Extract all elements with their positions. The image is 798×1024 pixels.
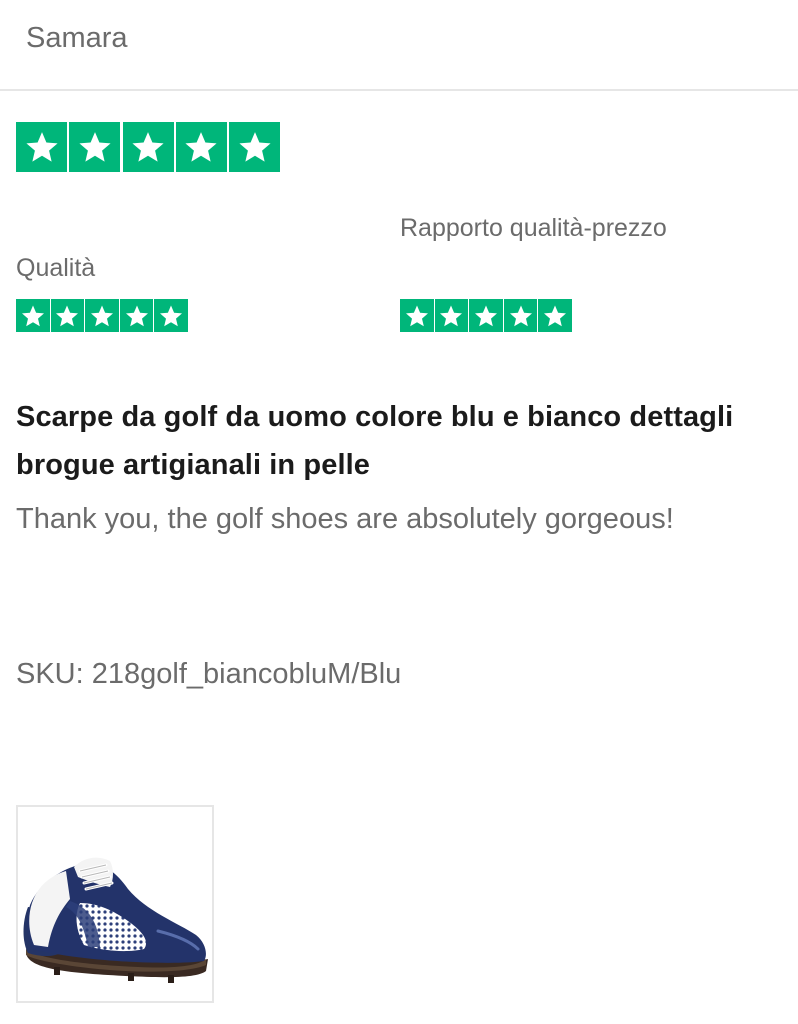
star-icon bbox=[503, 299, 538, 332]
star-icon bbox=[85, 299, 119, 332]
star-icon bbox=[69, 122, 121, 172]
star-icon bbox=[469, 299, 503, 332]
product-sku: SKU: 218golf_biancobluM/Blu bbox=[16, 658, 402, 690]
golf-shoe-image bbox=[23, 857, 208, 983]
quality-rating-stars bbox=[16, 299, 188, 332]
star-icon bbox=[154, 299, 188, 332]
overall-rating-stars bbox=[16, 122, 280, 172]
star-icon bbox=[50, 299, 85, 332]
star-icon bbox=[119, 299, 154, 332]
star-icon bbox=[229, 122, 280, 172]
review-body: Thank you, the golf shoes are absolutely… bbox=[16, 503, 674, 535]
header-divider bbox=[0, 89, 798, 91]
review-title: Scarpe da golf da uomo colore blu e bian… bbox=[16, 401, 734, 481]
value-rating-label: Rapporto qualità-prezzo bbox=[400, 214, 667, 242]
star-icon bbox=[122, 122, 174, 172]
star-icon bbox=[16, 299, 50, 332]
star-icon bbox=[434, 299, 469, 332]
star-icon bbox=[400, 299, 434, 332]
value-rating-stars bbox=[400, 299, 572, 332]
star-icon bbox=[538, 299, 572, 332]
reviewer-name: Samara bbox=[26, 22, 128, 54]
star-icon bbox=[175, 122, 227, 172]
quality-rating-label: Qualità bbox=[16, 254, 96, 282]
review-photo-thumbnail[interactable] bbox=[16, 805, 214, 1003]
star-icon bbox=[16, 122, 67, 172]
